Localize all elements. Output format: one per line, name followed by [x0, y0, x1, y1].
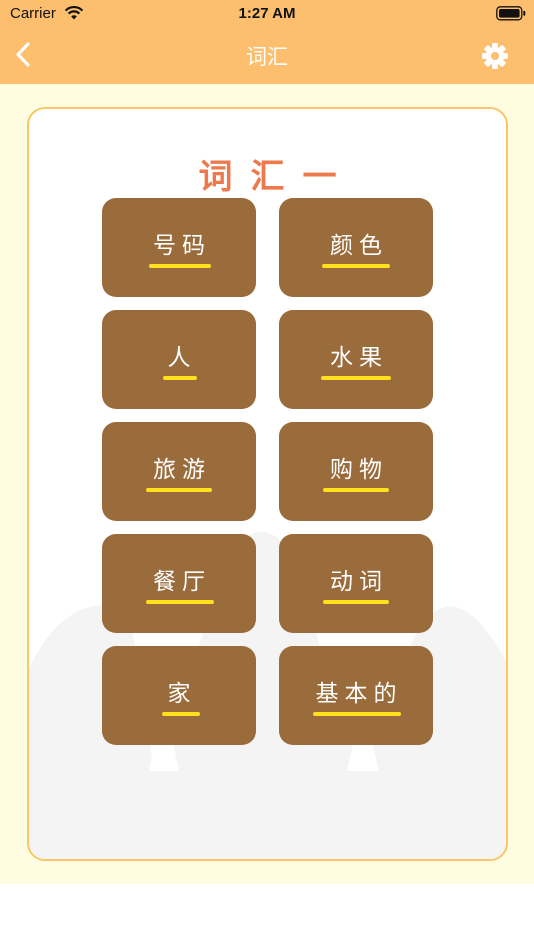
- category-label: 动词: [330, 569, 388, 595]
- category-tile-numbers[interactable]: 号码: [102, 198, 256, 297]
- label-underline: [149, 264, 211, 268]
- category-label: 水果: [330, 345, 388, 371]
- label-underline: [313, 712, 401, 716]
- category-label: 家: [167, 681, 197, 707]
- category-label: 颜色: [330, 233, 388, 259]
- label-underline: [321, 376, 391, 380]
- vocabulary-card: 词汇一 号码 颜色 人 水果 旅游 购物 餐厅 动词 家 基本的: [27, 107, 508, 861]
- category-tile-shopping[interactable]: 购物: [279, 422, 433, 521]
- mountain-background-image: [29, 532, 506, 859]
- category-label: 号码: [153, 233, 211, 259]
- category-tile-home[interactable]: 家: [102, 646, 256, 745]
- category-tile-basics[interactable]: 基本的: [279, 646, 433, 745]
- gear-icon: [482, 43, 508, 69]
- category-label: 人: [167, 345, 197, 371]
- label-underline: [322, 264, 390, 268]
- category-tile-travel[interactable]: 旅游: [102, 422, 256, 521]
- top-bar: Carrier 1:27 AM 词汇: [0, 0, 534, 84]
- category-label: 基本的: [315, 681, 403, 707]
- label-underline: [163, 376, 197, 380]
- category-tile-verbs[interactable]: 动词: [279, 534, 433, 633]
- status-bar: Carrier 1:27 AM: [0, 0, 534, 28]
- category-label: 餐厅: [153, 569, 211, 595]
- category-tile-people[interactable]: 人: [102, 310, 256, 409]
- category-tile-colors[interactable]: 颜色: [279, 198, 433, 297]
- category-label: 旅游: [153, 457, 211, 483]
- status-time: 1:27 AM: [238, 5, 296, 22]
- label-underline: [146, 600, 214, 604]
- battery-icon: [496, 6, 526, 21]
- category-label: 购物: [330, 457, 388, 483]
- settings-button[interactable]: [480, 41, 510, 71]
- label-underline: [146, 488, 212, 492]
- category-tile-fruit[interactable]: 水果: [279, 310, 433, 409]
- label-underline: [162, 712, 200, 716]
- category-tile-restaurant[interactable]: 餐厅: [102, 534, 256, 633]
- section-title: 词汇一: [198, 157, 355, 197]
- label-underline: [323, 488, 389, 492]
- page-title: 词汇: [246, 45, 288, 69]
- label-underline: [323, 600, 389, 604]
